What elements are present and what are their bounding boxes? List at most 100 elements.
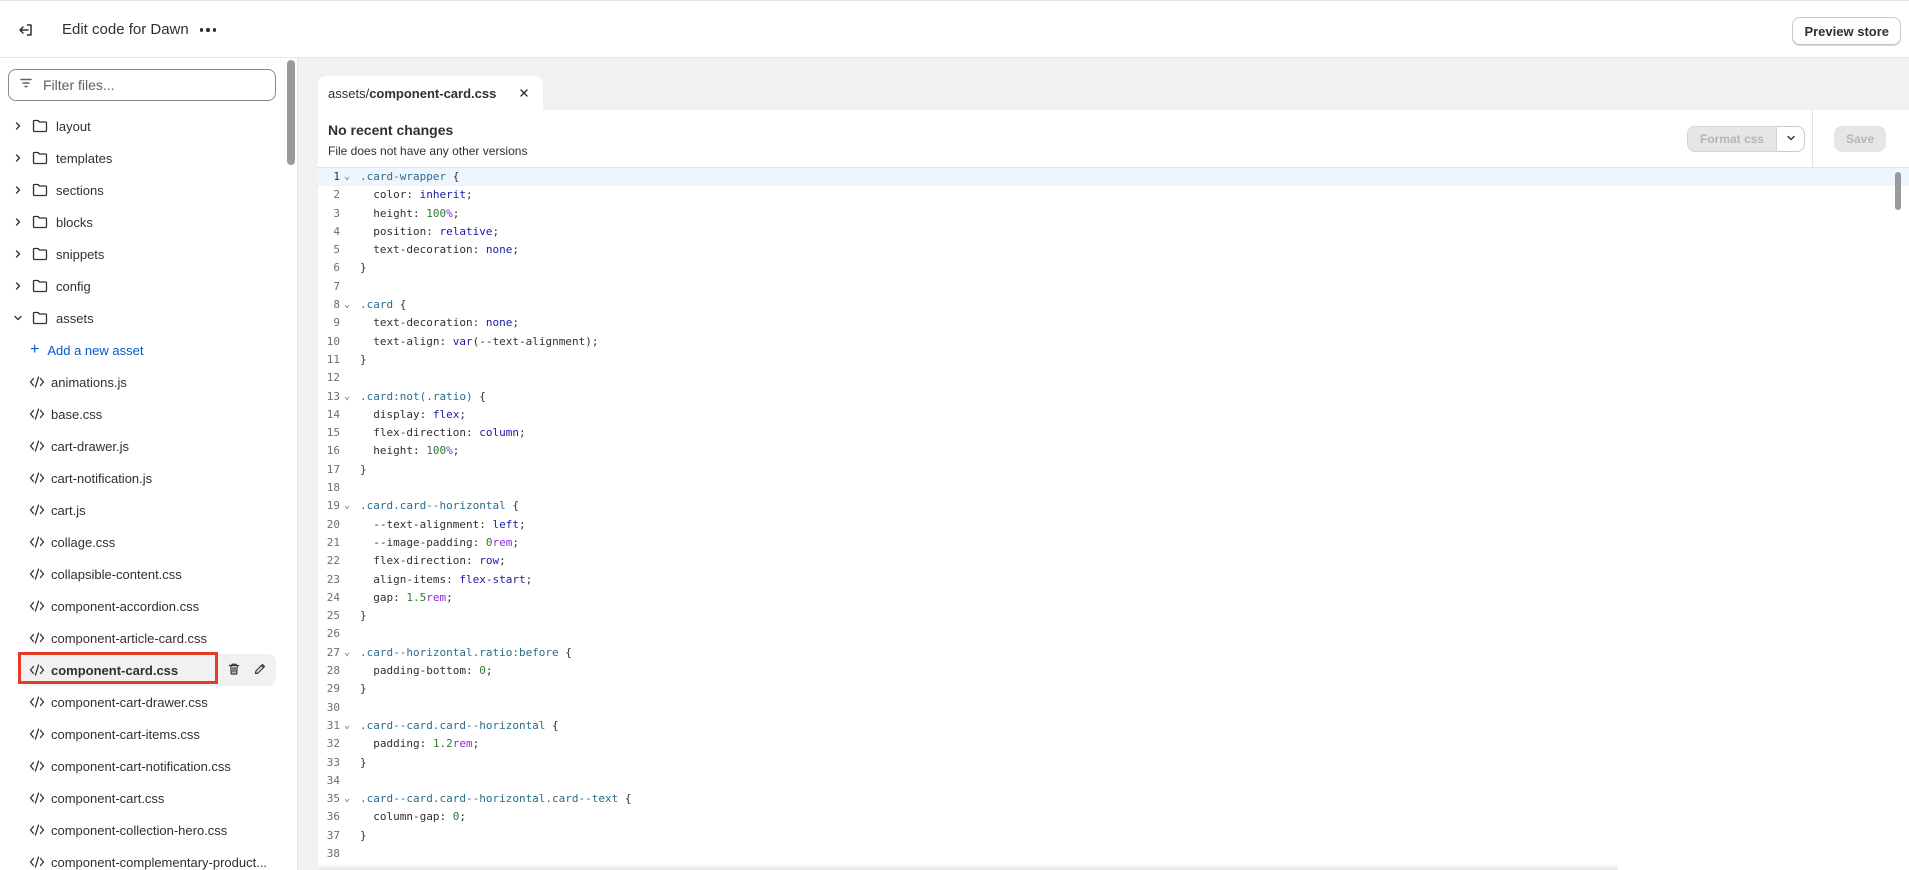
fold-chevron-icon[interactable]: ⌄ (344, 644, 350, 662)
code-line[interactable]: 27 ⌄ .card--horizontal.ratio:before { (318, 644, 1909, 662)
code-editor[interactable]: 1 ⌄ .card-wrapper {2 color: inherit; 3 heig… (318, 168, 1909, 870)
line-number: 5 (333, 243, 340, 257)
folder-label: layout (56, 118, 91, 134)
fold-chevron-icon[interactable]: ⌄ (344, 497, 350, 515)
code-file-icon (29, 696, 45, 708)
code-line[interactable]: 33} (318, 754, 1909, 772)
exit-icon[interactable] (14, 18, 38, 42)
code-line[interactable]: 28 padding-bottom: 0; (318, 662, 1909, 680)
code-line[interactable]: 6} (318, 259, 1909, 277)
file-item[interactable]: component-article-card.css (0, 622, 286, 654)
preview-store-button[interactable]: Preview store (1792, 17, 1901, 45)
file-item[interactable]: cart-drawer.js (0, 430, 286, 462)
close-icon[interactable] (517, 86, 531, 100)
format-dropdown[interactable] (1777, 126, 1806, 152)
code-line[interactable]: 8 ⌄ .card { (318, 296, 1909, 314)
line-number: 20 (326, 517, 340, 531)
file-label: collapsible-content.css (51, 566, 182, 582)
more-actions-icon[interactable] (196, 18, 220, 42)
file-item[interactable]: component-complementary-product... (0, 846, 286, 870)
trash-icon[interactable] (226, 661, 242, 677)
code-line[interactable]: 25} (318, 607, 1909, 625)
code-line[interactable]: 2 color: inherit; (318, 186, 1909, 204)
code-file-icon (29, 600, 45, 612)
fold-chevron-icon[interactable]: ⌄ (344, 388, 350, 406)
line-number: 38 (326, 846, 340, 860)
code-line[interactable]: 9 text-decoration: none; (318, 314, 1909, 332)
code-line[interactable]: 35 ⌄ .card--card.card--horizontal.card--te… (318, 790, 1909, 808)
file-item[interactable]: component-cart-drawer.css (0, 686, 286, 718)
code-line[interactable]: 18 (318, 479, 1909, 497)
file-item[interactable]: cart.js (0, 494, 286, 526)
file-item[interactable]: component-collection-hero.css (0, 814, 286, 846)
code-line[interactable]: 3 height: 100%; (318, 205, 1909, 223)
filter-input[interactable] (41, 76, 265, 94)
file-item[interactable]: animations.js (0, 366, 286, 398)
add-asset-link[interactable]: + Add a new asset (0, 334, 286, 366)
folder-config[interactable]: config (0, 270, 286, 302)
sidebar-scrollbar[interactable] (287, 60, 295, 165)
save-button[interactable]: Save (1834, 126, 1886, 152)
code-line[interactable]: 11} (318, 351, 1909, 369)
code-line[interactable]: 24 gap: 1.5rem; (318, 589, 1909, 607)
code-line[interactable]: 26 (318, 625, 1909, 643)
file-label: cart.js (51, 502, 86, 518)
code-text: color: inherit; (373, 188, 473, 202)
chevron-right-icon (10, 217, 26, 227)
code-line[interactable]: 4 position: relative; (318, 223, 1909, 241)
code-line[interactable]: 19 ⌄ .card.card--horizontal { (318, 497, 1909, 515)
tab-component-card[interactable]: assets/component-card.css (318, 76, 543, 110)
code-line[interactable]: 38 (318, 845, 1909, 863)
code-line[interactable]: 15 flex-direction: column; (318, 424, 1909, 442)
file-item[interactable]: component-card.css (18, 652, 276, 686)
line-number: 25 (326, 609, 340, 623)
file-tree: layout templates sections blocks snippets con… (0, 110, 286, 870)
folder-layout[interactable]: layout (0, 110, 286, 142)
file-item[interactable]: cart-notification.js (0, 462, 286, 494)
filter-field[interactable] (8, 69, 276, 101)
code-line[interactable]: 23 align-items: flex-start; (318, 571, 1909, 589)
folder-assets[interactable]: assets (0, 302, 286, 334)
fold-chevron-icon[interactable]: ⌄ (344, 168, 350, 186)
fold-chevron-icon[interactable]: ⌄ (344, 296, 350, 314)
file-item[interactable]: component-cart-items.css (0, 718, 286, 750)
code-line[interactable]: 7 (318, 278, 1909, 296)
code-line[interactable]: 1 ⌄ .card-wrapper { (318, 168, 1909, 187)
code-line[interactable]: 10 text-align: var(--text-alignment); (318, 333, 1909, 351)
file-item[interactable]: collage.css (0, 526, 286, 558)
editor-scrollbar[interactable] (1895, 172, 1901, 210)
file-item[interactable]: component-cart.css (0, 782, 286, 814)
code-line[interactable]: 16 height: 100%; (318, 442, 1909, 460)
code-line[interactable]: 14 display: flex; (318, 406, 1909, 424)
folder-sections[interactable]: sections (0, 174, 286, 206)
code-line[interactable]: 36 column-gap: 0; (318, 808, 1909, 826)
file-item[interactable]: base.css (0, 398, 286, 430)
file-item[interactable]: component-cart-notification.css (0, 750, 286, 782)
code-line[interactable]: 13 ⌄ .card:not(.ratio) { (318, 388, 1909, 406)
code-line[interactable]: 17} (318, 461, 1909, 479)
code-line[interactable]: 29} (318, 680, 1909, 698)
file-item[interactable]: collapsible-content.css (0, 558, 286, 590)
code-line[interactable]: 37} (318, 827, 1909, 845)
page-title: Edit code for Dawn (62, 21, 189, 38)
code-line[interactable]: 21 --image-padding: 0rem; (318, 534, 1909, 552)
code-line[interactable]: 5 text-decoration: none; (318, 241, 1909, 259)
code-line[interactable]: 12 (318, 369, 1909, 387)
folder-templates[interactable]: templates (0, 142, 286, 174)
folder-icon (32, 279, 48, 293)
folder-blocks[interactable]: blocks (0, 206, 286, 238)
fold-chevron-icon[interactable]: ⌄ (344, 790, 350, 808)
folder-snippets[interactable]: snippets (0, 238, 286, 270)
code-text: height: 100%; (373, 206, 460, 220)
file-item[interactable]: component-accordion.css (0, 590, 286, 622)
code-line[interactable]: 34 (318, 772, 1909, 790)
code-line[interactable]: 30 (318, 699, 1909, 717)
pencil-icon[interactable] (252, 661, 268, 677)
code-line[interactable]: 22 flex-direction: row; (318, 552, 1909, 570)
fold-chevron-icon[interactable]: ⌄ (344, 717, 350, 735)
code-line[interactable]: 31 ⌄ .card--card.card--horizontal { (318, 717, 1909, 735)
file-label: component-cart-notification.css (51, 758, 231, 774)
code-line[interactable]: 20 --text-alignment: left; (318, 516, 1909, 534)
code-line[interactable]: 32 padding: 1.2rem; (318, 735, 1909, 753)
format-css-button[interactable]: Format css (1687, 126, 1778, 152)
